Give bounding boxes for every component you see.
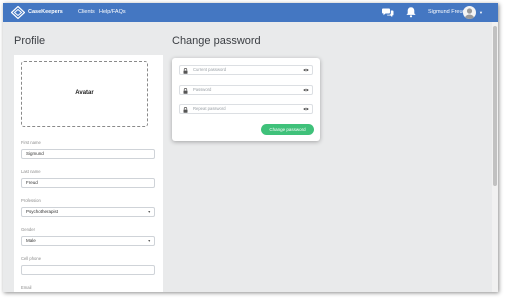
eye-icon[interactable] xyxy=(303,107,309,111)
first-name-label: First name xyxy=(21,140,41,145)
diamond-logo-icon[interactable] xyxy=(11,6,25,19)
profession-select[interactable]: Psychotherapist ▼ xyxy=(21,207,155,217)
lock-icon xyxy=(183,106,188,113)
eye-icon[interactable] xyxy=(303,68,309,72)
lock-icon xyxy=(183,67,188,74)
scrollbar-thumb[interactable] xyxy=(493,26,497,186)
nav-link-help-faqs[interactable]: Help/FAQs xyxy=(99,7,126,17)
current-password-field[interactable]: Current password xyxy=(179,65,313,75)
user-name[interactable]: Sigmund Freud xyxy=(428,7,466,17)
repeat-password-placeholder: Repeat password xyxy=(193,106,226,111)
first-name-input[interactable]: Sigmund xyxy=(21,149,155,159)
cell-phone-input[interactable] xyxy=(21,265,155,275)
last-name-label: Last name xyxy=(21,169,41,174)
avatar-upload-dropzone[interactable]: Avatar xyxy=(21,61,148,127)
eye-icon[interactable] xyxy=(303,88,309,92)
change-password-card: Current password Password Repeat passwor… xyxy=(172,58,320,141)
gender-select[interactable]: Male ▼ xyxy=(21,236,155,246)
last-name-input[interactable]: Freud xyxy=(21,178,155,188)
chevron-down-icon: ▼ xyxy=(147,210,151,214)
user-avatar-icon[interactable] xyxy=(463,6,476,19)
chevron-down-icon[interactable]: ▼ xyxy=(479,10,483,15)
bell-icon[interactable] xyxy=(405,6,417,18)
app-window: CaseKeepers Clients Help/FAQs Sigmund Fr… xyxy=(3,3,498,292)
avatar-label: Avatar xyxy=(75,90,94,96)
chevron-down-icon: ▼ xyxy=(147,239,151,243)
cell-phone-label: Cell phone xyxy=(21,256,42,261)
profile-heading: Profile xyxy=(14,35,46,47)
new-password-placeholder: Password xyxy=(193,87,212,92)
new-password-field[interactable]: Password xyxy=(179,85,313,95)
lock-icon xyxy=(183,87,188,94)
profession-label: Profession xyxy=(21,198,41,203)
current-password-placeholder: Current password xyxy=(193,67,227,72)
chat-icon[interactable] xyxy=(382,6,394,18)
gender-value: Male xyxy=(26,238,36,243)
email-label: Email xyxy=(21,285,32,290)
profile-panel: Avatar First name Sigmund Last name Freu… xyxy=(14,55,163,292)
profession-value: Psychotherapist xyxy=(26,209,59,214)
nav-link-clients[interactable]: Clients xyxy=(78,7,95,17)
gender-label: Gender xyxy=(21,227,35,232)
repeat-password-field[interactable]: Repeat password xyxy=(179,104,313,114)
page-scrollbar[interactable] xyxy=(492,22,498,292)
change-password-heading: Change password xyxy=(172,35,261,47)
top-navbar: CaseKeepers Clients Help/FAQs Sigmund Fr… xyxy=(3,3,498,22)
brand-name[interactable]: CaseKeepers xyxy=(28,7,63,17)
change-password-button[interactable]: Change password xyxy=(261,124,314,135)
